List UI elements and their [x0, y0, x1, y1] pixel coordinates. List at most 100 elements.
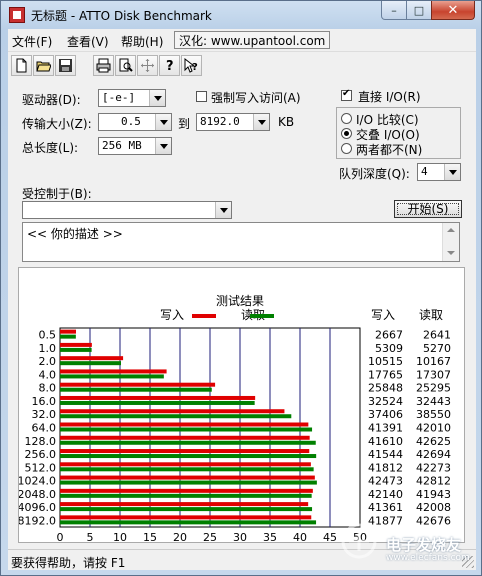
scroll-up-icon[interactable] [443, 223, 458, 238]
x-tick-label: 40 [293, 531, 307, 542]
controlled-by-label: 受控制于(B): [22, 187, 92, 201]
direct-io-checkbox[interactable] [341, 88, 352, 101]
write-value: 2667 [375, 329, 403, 342]
io-compare-radio[interactable] [341, 113, 352, 124]
move-icon[interactable] [137, 55, 158, 76]
context-help-icon[interactable]: ? [181, 55, 202, 76]
watermark-subtext: www.elecfans.com [386, 553, 470, 563]
write-value: 42140 [368, 488, 403, 501]
category-label: 512.0 [25, 461, 57, 474]
category-label: 4096.0 [19, 501, 56, 514]
write-column-header: 写入 [371, 308, 395, 322]
read-value: 32443 [416, 395, 451, 408]
write-value: 41877 [368, 514, 403, 527]
svg-text:?: ? [166, 59, 174, 73]
category-label: 4.0 [39, 368, 57, 381]
write-bar [60, 409, 285, 414]
force-write-checkbox[interactable] [196, 91, 207, 102]
open-icon[interactable] [33, 55, 54, 76]
category-label: 1024.0 [19, 475, 56, 488]
write-bar [60, 342, 92, 347]
x-tick-label: 0 [57, 531, 64, 542]
x-tick-label: 30 [233, 531, 247, 542]
read-value: 42273 [416, 461, 451, 474]
print-preview-icon[interactable] [115, 55, 136, 76]
category-label: 2048.0 [19, 488, 56, 501]
category-label: 64.0 [32, 422, 57, 435]
read-bar [60, 334, 76, 339]
category-label: 8.0 [39, 382, 57, 395]
window-title: 无标题 - ATTO Disk Benchmark [31, 9, 212, 23]
chevron-down-icon[interactable] [155, 138, 171, 154]
title-bar[interactable]: 无标题 - ATTO Disk Benchmark – □ ✕ [1, 1, 481, 29]
print-icon[interactable] [93, 55, 114, 76]
read-value: 42812 [416, 475, 451, 488]
read-value: 5270 [423, 342, 451, 355]
read-bar [60, 454, 317, 459]
total-length-select[interactable]: 256 MB [98, 137, 172, 155]
minimize-button[interactable]: – [381, 1, 407, 20]
write-value: 10515 [368, 355, 403, 368]
transfer-unit-label: KB [278, 115, 295, 129]
force-write-label: 强制写入访问(A) [211, 91, 301, 105]
menu-help[interactable]: 帮助(H) [121, 33, 163, 50]
transfer-from-select[interactable]: 0.5 [98, 113, 172, 131]
read-bar [60, 507, 313, 512]
queue-depth-select[interactable]: 4 [417, 163, 461, 181]
write-value: 25848 [368, 382, 403, 395]
neither-radio[interactable] [341, 143, 352, 154]
read-value: 42625 [416, 435, 451, 448]
neither-label: 两者都不(N) [356, 143, 423, 157]
results-panel: 测试结果写入 读取 0 5 10 15 20 25 30 35 40 45 50 传输速率 - MB / … [18, 267, 465, 556]
chevron-down-icon[interactable] [444, 164, 460, 180]
controlled-by-select[interactable] [22, 201, 232, 219]
menu-bar: 文件(F) 查看(V) 帮助(H) 汉化: www.upantool.com [8, 29, 476, 52]
write-bar [60, 449, 310, 454]
direct-io-label: 直接 I/O(R) [358, 90, 421, 104]
save-icon[interactable] [55, 55, 76, 76]
read-bar [60, 467, 314, 472]
description-scrollbar[interactable] [442, 223, 459, 261]
total-length-label: 总长度(L): [22, 141, 79, 155]
write-value: 41812 [368, 461, 403, 474]
write-bar [60, 356, 124, 361]
read-bar [60, 493, 312, 498]
transfer-to-value: 8192.0 [200, 115, 240, 128]
maximize-button[interactable]: □ [406, 1, 432, 20]
help-icon[interactable]: ? [159, 55, 180, 76]
chevron-down-icon[interactable] [253, 114, 269, 130]
legend-swatch [192, 314, 216, 318]
transfer-to-select[interactable]: 8192.0 [196, 113, 270, 131]
chevron-down-icon[interactable] [215, 202, 231, 218]
description-field[interactable]: << 你的描述 >> [22, 222, 460, 262]
close-button[interactable]: ✕ [431, 1, 475, 20]
category-label: 8192.0 [19, 514, 56, 527]
start-button[interactable]: 开始(S) [394, 200, 462, 218]
chevron-down-icon[interactable] [149, 90, 165, 106]
scroll-down-icon[interactable] [443, 246, 458, 261]
transfer-to-label: 到 [178, 117, 191, 131]
menu-view[interactable]: 查看(V) [67, 33, 109, 50]
menu-file[interactable]: 文件(F) [12, 33, 52, 50]
category-label: 128.0 [25, 435, 57, 448]
client-area: 文件(F) 查看(V) 帮助(H) 汉化: www.upantool.com ?… [8, 29, 476, 570]
write-bar [60, 462, 311, 467]
new-icon[interactable] [11, 55, 32, 76]
read-value: 42010 [416, 422, 451, 435]
read-value: 25295 [416, 382, 451, 395]
overlapped-io-radio[interactable] [341, 128, 352, 139]
category-label: 1.0 [39, 342, 57, 355]
x-tick-label: 10 [113, 531, 127, 542]
menu-localization[interactable]: 汉化: www.upantool.com [174, 31, 331, 49]
app-window: 无标题 - ATTO Disk Benchmark – □ ✕ 文件(F) 查看… [0, 0, 482, 576]
read-bar [60, 387, 212, 392]
write-bar [60, 435, 310, 440]
app-icon[interactable] [9, 7, 25, 23]
chevron-down-icon[interactable] [155, 114, 171, 130]
drive-label: 驱动器(D): [22, 93, 81, 107]
category-label: 256.0 [25, 448, 57, 461]
drive-select[interactable]: [-e-] [98, 89, 166, 107]
write-bar [60, 502, 309, 507]
transfer-from-value: 0.5 [121, 115, 141, 128]
write-bar [60, 382, 216, 387]
